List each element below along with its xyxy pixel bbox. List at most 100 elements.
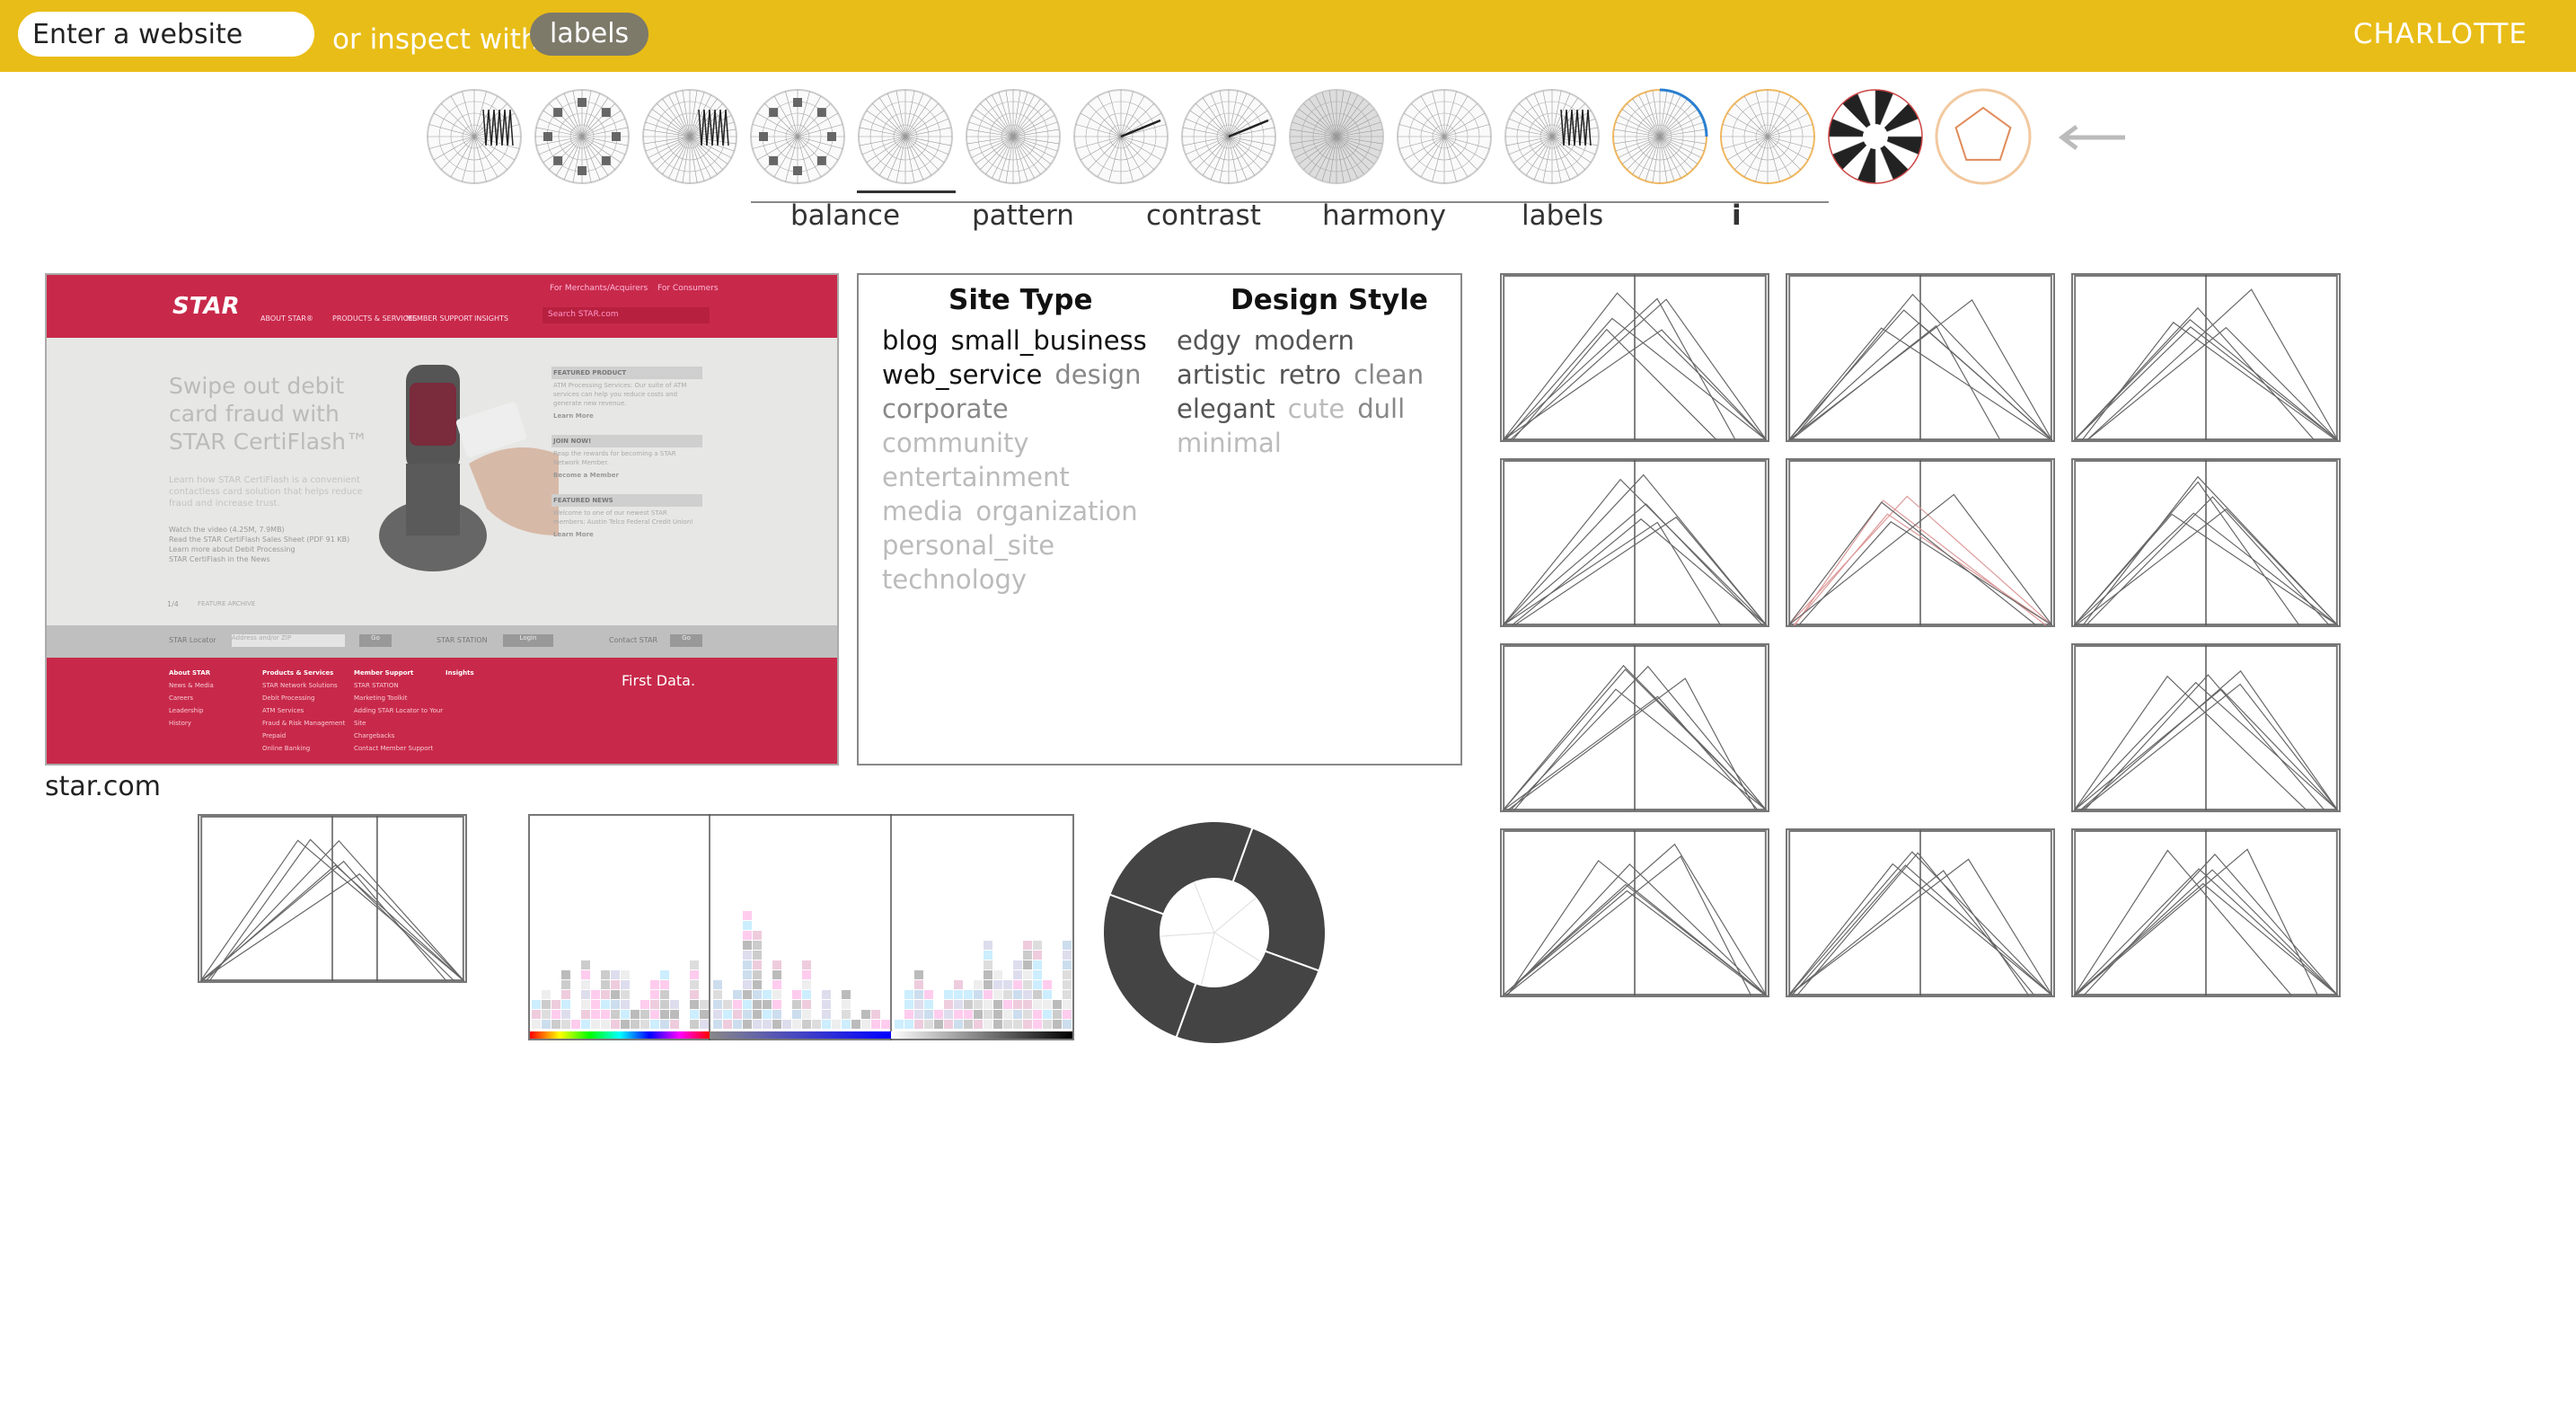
radial-glyph-icon[interactable] xyxy=(1608,84,1712,189)
labels-button[interactable]: labels xyxy=(530,13,649,56)
preview-side-head: FEATURED PRODUCT xyxy=(551,367,702,379)
radial-glyph-icon[interactable] xyxy=(745,84,850,189)
preview-hero: Swipe out debit card fraud with STAR Cer… xyxy=(47,338,837,625)
preview-footer-link: Marketing Toolkit xyxy=(354,695,408,702)
balance-summary-plot[interactable] xyxy=(198,814,467,983)
preview-logo: STAR xyxy=(172,293,240,320)
radial-glyph-icon[interactable] xyxy=(961,84,1065,189)
preview-hero-link: Read the STAR CertiFlash Sales Sheet (PD… xyxy=(169,535,350,544)
preview-footer-link: History xyxy=(169,720,191,727)
preview-footer-column: About STAR News & Media Careers Leadership H… xyxy=(169,667,259,730)
tag-media[interactable]: media xyxy=(882,496,963,527)
balance-plot[interactable] xyxy=(1786,458,2055,627)
website-preview[interactable]: STAR For Merchants/Acquirers For Consume… xyxy=(45,273,839,765)
tag-corporate[interactable]: corporate xyxy=(882,394,1009,424)
radial-glyph-icon[interactable] xyxy=(530,84,634,189)
tabs-divider xyxy=(751,201,1829,203)
balance-plot[interactable] xyxy=(1500,828,1769,997)
tag-minimal[interactable]: minimal xyxy=(1177,428,1282,458)
tag-edgy[interactable]: edgy xyxy=(1177,325,1241,356)
tag-small-business[interactable]: small_business xyxy=(951,325,1147,356)
tag-organization[interactable]: organization xyxy=(975,496,1137,527)
or-inspect-text: or inspect with xyxy=(332,23,539,56)
preview-footer-link: STAR STATION xyxy=(354,682,399,689)
tag-cute[interactable]: cute xyxy=(1288,394,1345,424)
preview-station-label: STAR STATION xyxy=(437,636,488,644)
tag-elegant[interactable]: elegant xyxy=(1177,394,1275,424)
tag-line: elegant cute dull xyxy=(1177,394,1417,424)
tag-retro[interactable]: retro xyxy=(1279,359,1342,390)
preview-footer-link: Leadership xyxy=(169,707,204,714)
preview-nav-merchants: For Merchants/Acquirers xyxy=(550,284,648,293)
preview-contact-label: Contact STAR xyxy=(609,636,658,644)
tab-labels[interactable]: labels xyxy=(1522,199,1603,232)
radial-glyph-icon[interactable] xyxy=(853,84,957,189)
color-histogram[interactable] xyxy=(528,814,1074,1040)
tab-balance[interactable]: balance xyxy=(790,199,900,232)
brand-name: CHARLOTTE xyxy=(2352,18,2527,50)
preview-side-link: Become a Member xyxy=(553,472,619,479)
tag-line: personal_site xyxy=(882,530,1067,561)
tab-contrast[interactable]: contrast xyxy=(1146,199,1261,232)
balance-plot[interactable] xyxy=(2071,458,2341,627)
preview-side-head: FEATURED NEWS xyxy=(551,494,702,507)
tag-blog[interactable]: blog xyxy=(882,325,939,356)
radial-glyph-icon[interactable] xyxy=(1069,84,1173,189)
preview-footer-head: Insights xyxy=(446,669,474,677)
preview-nav-consumers: For Consumers xyxy=(657,284,719,293)
preview-pager-label: FEATURE ARCHIVE xyxy=(198,600,256,607)
tab-pattern[interactable]: pattern xyxy=(972,199,1074,232)
balance-plot[interactable] xyxy=(1500,273,1769,442)
radial-glyph-icon[interactable] xyxy=(1500,84,1604,189)
balance-plot[interactable] xyxy=(2071,643,2341,812)
tag-entertainment[interactable]: entertainment xyxy=(882,462,1070,492)
preview-go-button: Go xyxy=(359,634,392,647)
balance-plot[interactable] xyxy=(1500,643,1769,812)
preview-menu-products: PRODUCTS & SERVICES xyxy=(332,314,418,323)
preview-hero-links: Watch the video (4.25M, 7.9MB) Read the … xyxy=(169,525,357,564)
tag-web-service[interactable]: web_service xyxy=(882,359,1042,390)
tab-harmony[interactable]: harmony xyxy=(1322,199,1446,232)
preview-side-link: Learn More xyxy=(553,531,594,538)
radial-glyph-icon[interactable] xyxy=(1823,84,1928,189)
radial-glyph-icon[interactable] xyxy=(638,84,742,189)
tag-dull[interactable]: dull xyxy=(1357,394,1405,424)
tag-technology[interactable]: technology xyxy=(882,564,1027,595)
radial-glyph-icon[interactable] xyxy=(1177,84,1281,189)
tag-personal-site[interactable]: personal_site xyxy=(882,530,1054,561)
preview-sidebar: FEATURED PRODUCT ATM Processing Services… xyxy=(551,367,702,541)
balance-plot[interactable] xyxy=(1500,458,1769,627)
preview-footer-link: Chargebacks xyxy=(354,732,395,739)
tab-info[interactable]: i xyxy=(1732,199,1742,232)
tag-artistic[interactable]: artistic xyxy=(1177,359,1266,390)
balance-plot[interactable] xyxy=(1786,828,2055,997)
site-type-title: Site Type xyxy=(948,284,1093,316)
radial-glyph-icon[interactable] xyxy=(1931,84,2035,189)
preview-locator-label: STAR Locator xyxy=(169,636,216,644)
balance-plot[interactable] xyxy=(2071,273,2341,442)
balance-plot[interactable] xyxy=(1786,273,2055,442)
tag-design[interactable]: design xyxy=(1054,359,1141,390)
preview-side-body: Reap the rewards for becoming a STAR Net… xyxy=(553,450,676,466)
back-arrow-icon[interactable] xyxy=(2057,124,2129,151)
radial-glyph-icon[interactable] xyxy=(1716,84,1820,189)
preview-footer-link: Online Banking xyxy=(262,745,311,752)
preview-side-head: JOIN NOW! xyxy=(551,435,702,447)
layout-donut-chart[interactable] xyxy=(1098,816,1331,1049)
tag-clean[interactable]: clean xyxy=(1354,359,1424,390)
tag-modern[interactable]: modern xyxy=(1254,325,1354,356)
preview-pager: 1/4 xyxy=(167,600,179,608)
balance-plot[interactable] xyxy=(2071,828,2341,997)
tag-line: artistic retro clean xyxy=(1177,359,1436,390)
preview-side-body: Welcome to one of our newest STAR member… xyxy=(553,509,694,526)
tag-line: minimal xyxy=(1177,428,1294,458)
preview-menu-support: MEMBER SUPPORT xyxy=(406,314,473,323)
tag-community[interactable]: community xyxy=(882,428,1029,458)
preview-footer-link: Adding STAR Locator to Your Site xyxy=(354,707,444,727)
preview-search-text: Search STAR.com xyxy=(548,310,619,319)
radial-glyph-icon[interactable] xyxy=(422,84,526,189)
preview-hero-body: Learn how STAR CertiFlash is a convenien… xyxy=(169,475,363,509)
radial-glyph-icon[interactable] xyxy=(1392,84,1496,189)
radial-glyph-icon[interactable] xyxy=(1284,84,1389,189)
website-input[interactable] xyxy=(18,12,314,57)
